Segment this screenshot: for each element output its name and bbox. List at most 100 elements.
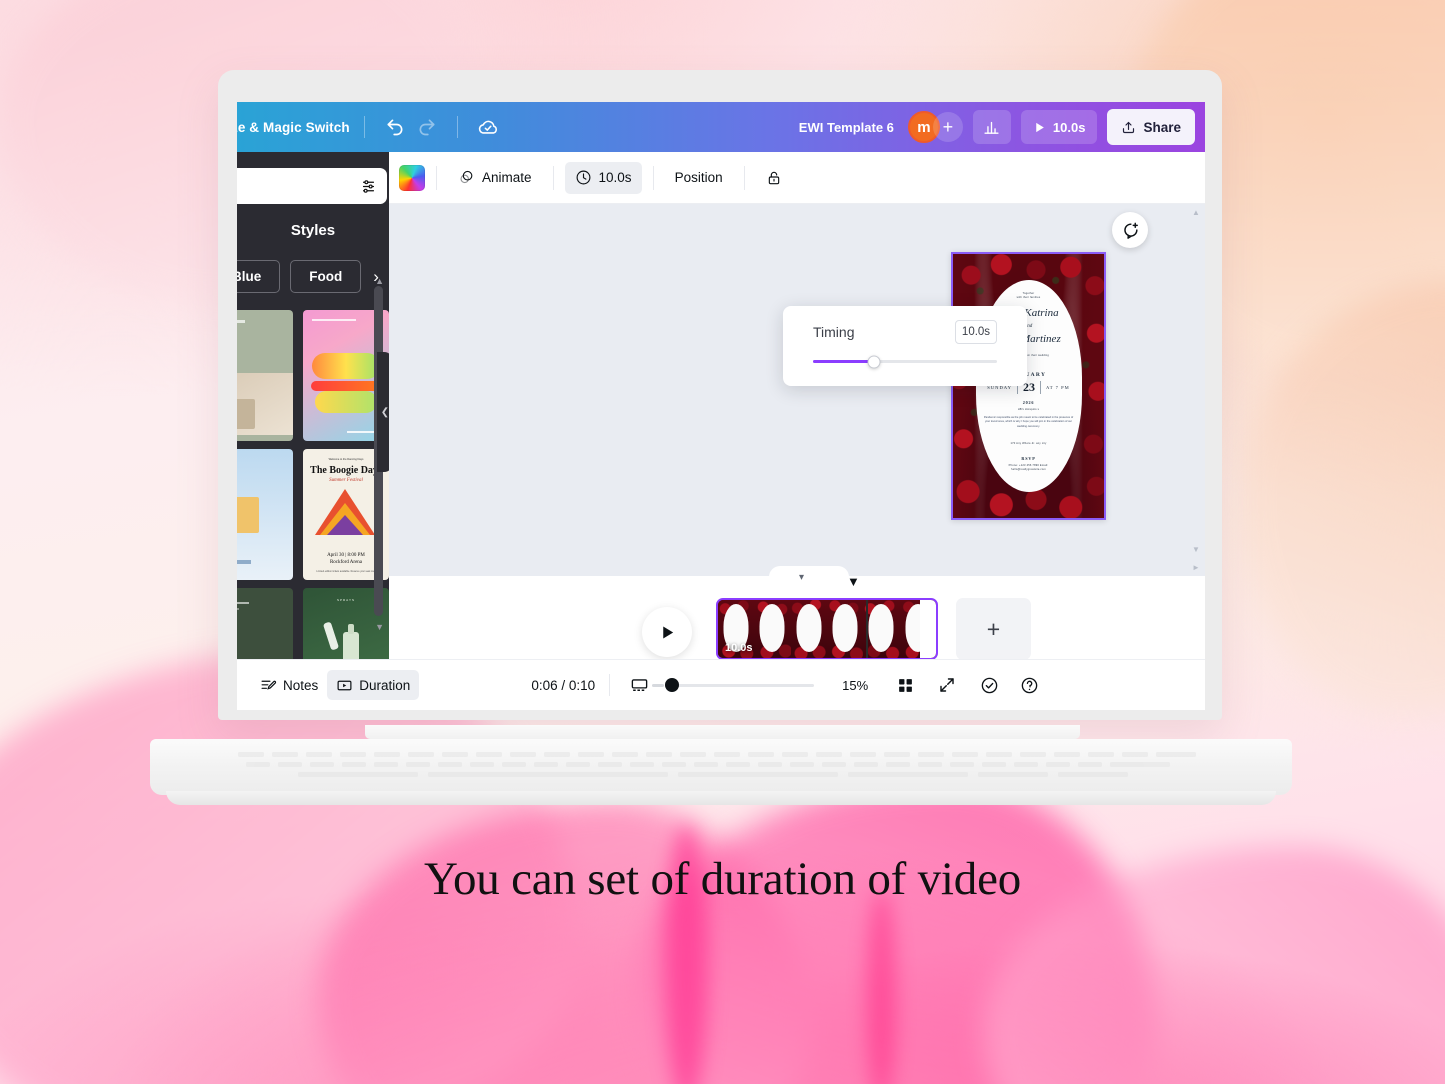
clip-tail xyxy=(920,600,936,658)
laptop-hinge xyxy=(365,725,1080,739)
timing-value-input[interactable]: 10.0s xyxy=(955,320,997,344)
toolbar-divider xyxy=(436,165,437,190)
position-label: Position xyxy=(674,170,723,185)
clip-split-marker xyxy=(866,600,868,658)
timing-row: Timing 10.0s xyxy=(813,320,997,344)
design-canvas[interactable]: Together with their families Anna Katrin… xyxy=(389,204,1205,576)
bottom-status-bar: Notes Duration 0:06 / 0:10 15% xyxy=(237,659,1205,710)
collaborator-group: m + xyxy=(907,111,963,143)
document-name[interactable]: EWI Template 6 xyxy=(799,120,894,135)
card-rsvp-label: RSVP xyxy=(1021,456,1036,462)
timer-button[interactable]: 10.0s xyxy=(564,161,642,194)
cloud-check-icon[interactable] xyxy=(472,111,504,143)
scroll-down-arrow[interactable]: ▼ xyxy=(1192,545,1200,554)
add-page-button[interactable]: + xyxy=(956,598,1031,660)
lock-icon xyxy=(768,171,779,184)
preview-duration-button[interactable]: 10.0s xyxy=(1020,110,1098,144)
grid-view-button[interactable] xyxy=(890,670,920,700)
top-bar-right-group: EWI Template 6 m + 10.0s Share xyxy=(799,109,1195,145)
card-address: 170 Any Where dr. any city xyxy=(1010,442,1047,446)
duration-label: Duration xyxy=(359,677,411,693)
zoom-percent[interactable]: 15% xyxy=(842,678,868,693)
laptop-screen: ze & Magic Switch EWI Template 6 m + 10.… xyxy=(237,102,1205,710)
undo-icon[interactable] xyxy=(379,111,411,143)
play-icon xyxy=(1036,122,1044,132)
sliders-icon xyxy=(362,179,375,193)
timeline-clip[interactable]: 10.0s xyxy=(716,598,938,660)
share-label: Share xyxy=(1143,119,1181,135)
play-icon xyxy=(662,625,673,639)
element-toolbar: Animate 10.0s Position xyxy=(387,152,1205,204)
rainbow-color-swatch[interactable] xyxy=(399,164,425,191)
redo-icon[interactable] xyxy=(411,111,443,143)
duration-icon xyxy=(337,680,352,690)
zoom-slider-knob[interactable] xyxy=(665,678,680,692)
timing-slider-fill xyxy=(813,360,874,363)
invitation-card[interactable]: Together with their families Anna Katrin… xyxy=(951,252,1106,520)
template-thumbnail-grid: lan ival Welcome t xyxy=(237,310,389,710)
card-body: Pandemic responsible as the job meant to… xyxy=(983,415,1074,428)
share-upload-icon xyxy=(1123,121,1135,133)
toolbar-divider xyxy=(363,116,365,138)
check-status-button[interactable] xyxy=(974,670,1004,700)
app-top-bar: ze & Magic Switch EWI Template 6 m + 10.… xyxy=(237,102,1205,152)
list-item[interactable]: lan xyxy=(237,310,293,441)
card-venue: HB's Hotspots s xyxy=(1017,407,1040,411)
scroll-down-arrow[interactable]: ▼ xyxy=(375,622,384,632)
clip-duration-label: 10.0s xyxy=(725,642,753,654)
timing-popup[interactable]: Timing 10.0s xyxy=(783,306,1027,386)
list-item[interactable]: ival xyxy=(237,449,293,580)
chevron-down-icon[interactable]: ▾ xyxy=(799,572,804,583)
zoom-slider-lead xyxy=(652,683,665,687)
fullscreen-button[interactable] xyxy=(932,670,962,700)
position-button[interactable]: Position xyxy=(665,162,733,194)
time-display: 0:06 / 0:10 xyxy=(531,677,596,693)
screen-icon xyxy=(631,678,647,691)
scroll-up-arrow[interactable]: ▲ xyxy=(1192,208,1200,217)
laptop-keyboard xyxy=(228,748,1218,782)
notes-label: Notes xyxy=(283,677,319,693)
animate-button[interactable]: Animate xyxy=(448,162,542,194)
timing-label: Timing xyxy=(813,324,855,340)
card-year: 2026 xyxy=(1022,399,1035,405)
help-circle-icon xyxy=(1021,677,1037,693)
scroll-right-arrow[interactable]: ► xyxy=(1192,563,1200,572)
style-chip-blue[interactable]: Blue xyxy=(237,260,281,293)
expand-icon xyxy=(940,678,954,692)
view-mode-button[interactable] xyxy=(624,670,654,700)
duration-button[interactable]: Duration xyxy=(327,670,420,700)
card-text-block: Together with their families Anna Katrin… xyxy=(953,254,1104,518)
timing-slider-knob[interactable] xyxy=(867,355,881,368)
caption-text: You can set of duration of video xyxy=(423,853,1022,905)
panel-heading: Styles xyxy=(290,222,336,239)
toolbar-divider xyxy=(456,116,458,138)
notes-button[interactable]: Notes xyxy=(251,670,327,700)
add-comment-button[interactable] xyxy=(1112,212,1148,248)
animate-label: Animate xyxy=(482,170,532,185)
background-streak xyxy=(867,888,896,1084)
help-button[interactable] xyxy=(1014,670,1044,700)
playhead-marker[interactable]: ▼ xyxy=(847,574,860,589)
style-chip-food[interactable]: Food xyxy=(290,260,362,293)
timing-slider[interactable] xyxy=(813,355,997,368)
tool-title: ze & Magic Switch xyxy=(237,119,350,135)
clip-frame xyxy=(826,600,864,658)
canvas-vertical-scrollbar[interactable]: ▲ ▼ ► xyxy=(1190,204,1202,576)
scroll-up-arrow[interactable]: ▲ xyxy=(375,276,384,286)
add-comment-icon xyxy=(1123,222,1138,239)
style-chip-row: Blue Food › xyxy=(237,260,379,293)
share-button[interactable]: Share xyxy=(1107,109,1195,145)
card-time: AT 7 PM xyxy=(1045,384,1070,390)
styles-side-panel: Styles Blue Food › lan xyxy=(237,152,389,710)
zoom-slider[interactable] xyxy=(652,678,815,692)
toolbar-divider xyxy=(652,165,654,190)
clock-icon xyxy=(576,170,590,185)
insights-button[interactable] xyxy=(972,110,1011,144)
search-input[interactable] xyxy=(237,168,387,204)
animate-icon xyxy=(460,170,473,184)
add-collaborator-button[interactable]: + xyxy=(932,112,963,142)
timeline-play-button[interactable] xyxy=(642,607,692,657)
timeline-collapse-notch[interactable] xyxy=(769,566,849,590)
lock-button[interactable] xyxy=(756,162,792,194)
toolbar-divider xyxy=(609,674,611,696)
